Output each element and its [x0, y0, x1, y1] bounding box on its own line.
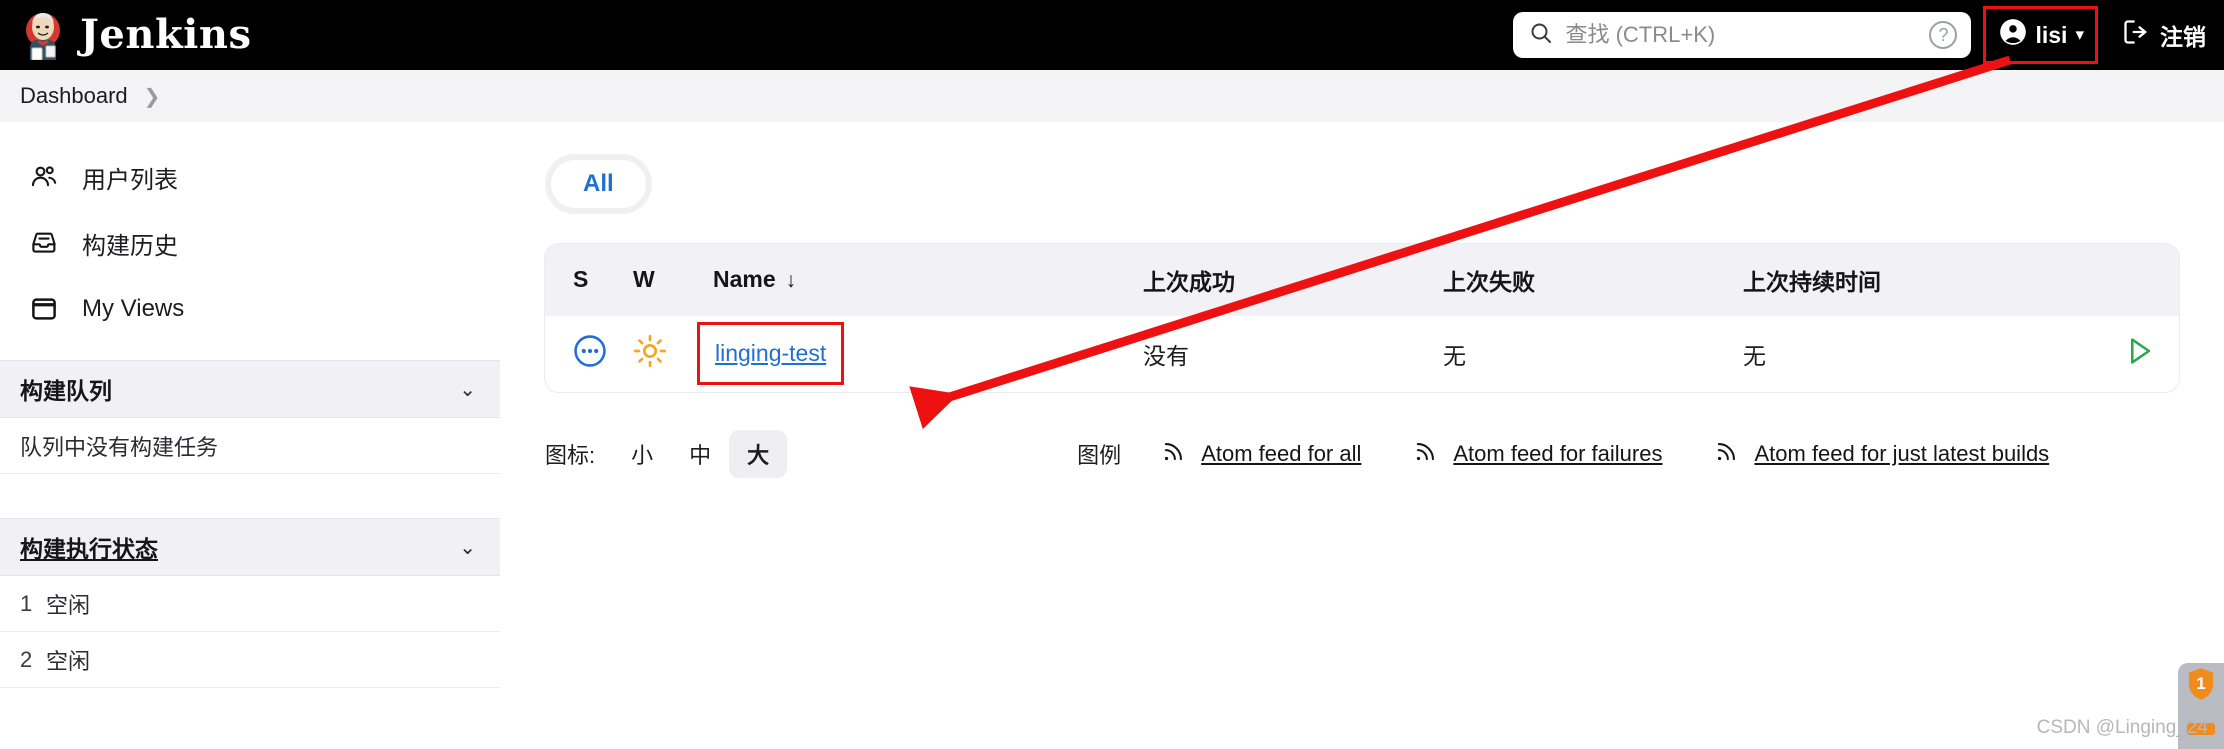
column-header-weather[interactable]: W [623, 243, 703, 316]
shield-badge-count: 1 [2196, 674, 2206, 693]
cell-status [545, 315, 623, 392]
build-queue-title: 构建队列 [20, 378, 112, 404]
build-queue-header[interactable]: 构建队列 ⌄ [0, 360, 500, 418]
user-avatar-icon [1999, 18, 2027, 52]
brand-logo-link[interactable]: Jenkins [0, 10, 252, 61]
app-header: Jenkins 查找 (CTRL+K) ? lisi ▾ 注销 [0, 0, 2224, 70]
sidebar-item-build-history[interactable]: 构建历史 [0, 210, 500, 276]
icon-size-small[interactable]: 小 [613, 430, 671, 478]
breadcrumb-item-dashboard[interactable]: Dashboard [20, 83, 128, 109]
user-name-label: lisi [2035, 21, 2068, 48]
column-header-last-success[interactable]: 上次成功 [1133, 243, 1433, 316]
sidebar: 用户列表 构建历史 My Views 构建队列 ⌄ 队列中没有构建任务 构建执行… [0, 122, 500, 688]
icon-size-medium[interactable]: 中 [671, 430, 729, 478]
job-name-link[interactable]: linging-test [715, 340, 826, 366]
legend-link[interactable]: 图例 [1077, 438, 1121, 470]
build-queue-empty-row: 队列中没有构建任务 [0, 418, 500, 474]
chevron-down-icon[interactable]: ⌄ [459, 535, 476, 560]
build-executor-panel: 构建执行状态 ⌄ 1 空闲 2 空闲 [0, 518, 500, 688]
cell-last-success: 没有 [1133, 315, 1433, 392]
cell-name: linging-test [697, 315, 1133, 392]
column-header-last-failure[interactable]: 上次失败 [1433, 243, 1733, 316]
cell-last-failure: 无 [1433, 315, 1733, 392]
logout-label: 注销 [2160, 24, 2206, 50]
jenkins-butler-logo-icon [20, 10, 66, 61]
tab-all[interactable]: All [551, 160, 646, 208]
chevron-right-icon: ❯ [143, 85, 161, 108]
search-icon [1529, 21, 1553, 50]
job-name-wrapper: linging-test [697, 322, 845, 386]
build-queue-empty-label: 队列中没有构建任务 [20, 434, 219, 460]
executor-number: 1 [20, 590, 33, 616]
table-header-row: S W Name ↓ 上次成功 上次失败 上次持续时间 [545, 243, 2179, 316]
brand-name: Jenkins [80, 11, 252, 58]
logout-icon [2122, 18, 2150, 52]
sidebar-item-user-list[interactable]: 用户列表 [0, 144, 500, 210]
sidebar-nav-list: 用户列表 构建历史 My Views [0, 122, 500, 360]
help-circle-icon[interactable]: ? [1929, 21, 1958, 49]
chevron-down-icon: ▾ [2075, 25, 2084, 44]
build-now-play-icon[interactable] [2121, 337, 2157, 374]
build-executor-title: 构建执行状态 [20, 536, 158, 562]
rss-icon [1413, 438, 1439, 470]
sidebar-item-label: 构建历史 [82, 232, 178, 260]
column-header-last-duration[interactable]: 上次持续时间 [1733, 243, 2073, 316]
chevron-down-icon[interactable]: ⌄ [459, 377, 476, 402]
search-box[interactable]: 查找 (CTRL+K) ? [1513, 12, 1972, 58]
rss-icon [1161, 438, 1187, 470]
view-tabbar: All [545, 154, 652, 214]
executor-status: 空闲 [46, 592, 91, 618]
icon-size-label: 图标: [545, 442, 596, 468]
atom-feed-all-link[interactable]: Atom feed for all [1161, 438, 1361, 470]
rss-icon [1714, 438, 1740, 470]
column-header-name[interactable]: Name ↓ [703, 243, 1133, 316]
main-content: All S W Name ↓ 上次成功 上次失败 上次持续时间 linging-… [500, 122, 2224, 478]
atom-feed-all-label: Atom feed for all [1201, 440, 1362, 466]
executor-number: 2 [20, 646, 33, 672]
jenkins-dashboard-page: Jenkins 查找 (CTRL+K) ? lisi ▾ 注销 Dashboar… [0, 0, 2224, 749]
jobs-table: S W Name ↓ 上次成功 上次失败 上次持续时间 linging-test… [545, 243, 2179, 392]
atom-feed-failures-link[interactable]: Atom feed for failures [1413, 438, 1662, 470]
cell-actions [2073, 315, 2179, 392]
cell-weather [623, 315, 703, 392]
watermark-text: CSDN @Linging_24 [2036, 717, 2208, 738]
build-queue-panel: 构建队列 ⌄ 队列中没有构建任务 [0, 360, 500, 474]
column-header-actions [2073, 243, 2179, 316]
column-header-name-label: Name [713, 266, 776, 293]
atom-feed-latest-label: Atom feed for just latest builds [1754, 440, 2050, 466]
build-executor-header[interactable]: 构建执行状态 ⌄ [0, 518, 500, 576]
cell-last-duration: 无 [1733, 315, 2073, 392]
table-row: linging-test 没有 无 无 [545, 315, 2179, 392]
user-menu-button[interactable]: lisi ▾ [1983, 6, 2098, 64]
atom-feed-latest-link[interactable]: Atom feed for just latest builds [1714, 438, 2049, 470]
search-input[interactable]: 查找 (CTRL+K) [1565, 24, 1917, 46]
column-header-status[interactable]: S [545, 243, 623, 316]
atom-feed-failures-label: Atom feed for failures [1453, 440, 1663, 466]
executor-row[interactable]: 1 空闲 [0, 576, 500, 632]
status-pending-icon[interactable] [573, 334, 607, 373]
sidebar-item-my-views[interactable]: My Views [0, 276, 500, 342]
window-icon [28, 293, 60, 325]
table-footer: 图标: 小 中 大 图例 Atom feed for all Atom feed… [545, 429, 2179, 478]
jobs-table-container: S W Name ↓ 上次成功 上次失败 上次持续时间 linging-test… [545, 243, 2179, 392]
header-right-group: 查找 (CTRL+K) ? lisi ▾ 注销 [1513, 6, 2224, 64]
people-icon [28, 161, 60, 193]
weather-sunny-icon[interactable] [633, 334, 667, 373]
sort-descending-icon: ↓ [785, 269, 797, 293]
sidebar-item-label: My Views [82, 295, 185, 322]
jobs-table-body: linging-test 没有 无 无 [545, 315, 2179, 392]
inbox-icon [28, 227, 60, 259]
breadcrumb: Dashboard ❯ [0, 70, 2224, 122]
sidebar-item-label: 用户列表 [82, 166, 178, 194]
jobs-table-head: S W Name ↓ 上次成功 上次失败 上次持续时间 [545, 243, 2179, 316]
executor-status: 空闲 [46, 648, 91, 674]
executor-row[interactable]: 2 空闲 [0, 632, 500, 688]
icon-size-large[interactable]: 大 [729, 429, 788, 478]
logout-button[interactable]: 注销 [2122, 18, 2206, 52]
